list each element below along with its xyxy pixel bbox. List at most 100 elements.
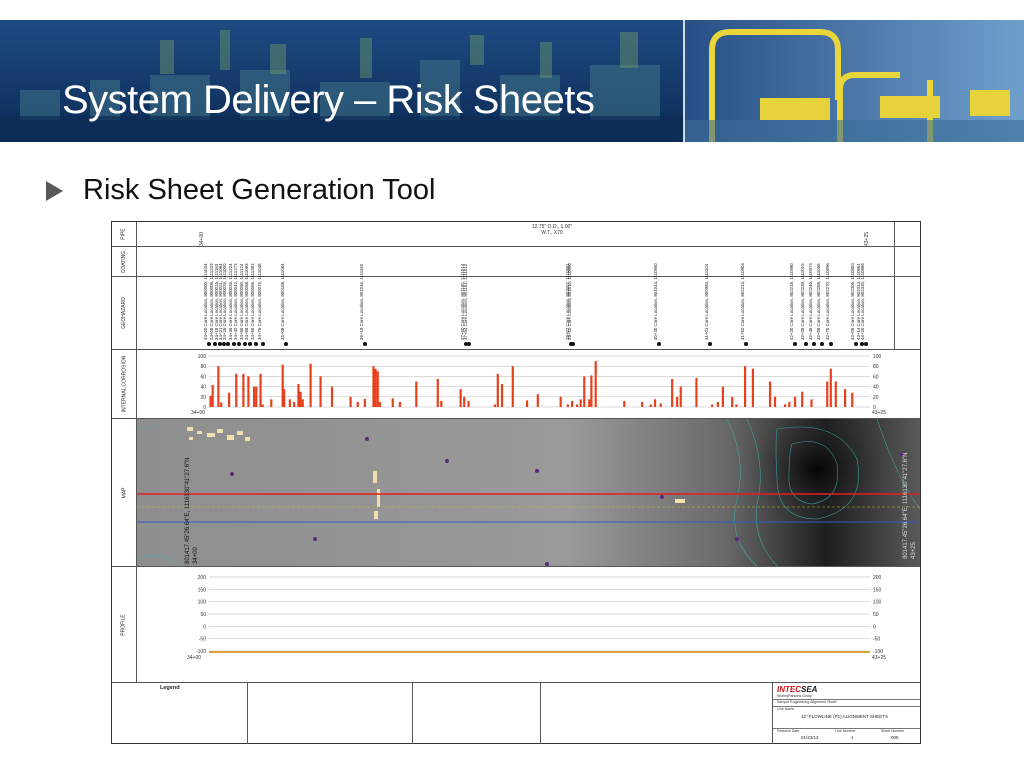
corrosion-bar	[235, 373, 238, 407]
corrosion-bar	[793, 396, 797, 407]
geohazard-label-text: 42+20 Core Location, 802218, 1110980	[788, 263, 794, 340]
geohazard-labels: 34+00 Core Location, 800000, 1111034 34+0…	[137, 263, 892, 350]
y-tick-label-right: 20	[873, 395, 879, 401]
corrosion-bar	[829, 368, 832, 407]
geohazard-label: 37+64 Core Location, 801164, 1111012	[463, 264, 474, 340]
geohazard-marker	[207, 342, 211, 346]
corrosion-bar	[711, 404, 714, 407]
corrosion-bar	[751, 368, 755, 407]
y-tick-label-left: 200	[198, 575, 207, 581]
corrosion-bar	[463, 396, 466, 407]
geohazard-label-text: 34+76 Core Location, 800076, 1111048	[257, 263, 263, 340]
geohazard-marker	[225, 342, 230, 346]
corrosion-bar	[440, 400, 443, 407]
geohazard-label-text: 34+00 Core Location, 800000, 1111034	[203, 263, 208, 340]
corrosion-bar	[301, 399, 304, 407]
y-tick-label-right: 40	[873, 385, 879, 391]
corrosion-bar	[566, 404, 569, 407]
corrosion-bar	[217, 366, 220, 407]
corrosion-bar	[378, 401, 381, 407]
y-tick-label-right: 100	[873, 354, 882, 360]
map-row: MAP 801417.45"26.64"E, 1116130"41"27.6"N…	[112, 419, 920, 567]
pipe-description: 12.75" O.D., 1.00" W.T., X70	[531, 224, 573, 236]
corrosion-bar	[834, 381, 837, 407]
corrosion-bar	[653, 399, 657, 407]
geohazard-marker	[828, 342, 833, 346]
internal-corrosion-chart: 100 10080 8060 6040 4020 200 034+00 43+25	[191, 354, 886, 416]
map-kp-left: 34+00	[193, 546, 199, 564]
y-tick-label-left: 80	[200, 364, 206, 370]
corrosion-bar	[590, 375, 593, 407]
bathymetry-map: 801417.45"26.64"E, 1116130"41"27.6"N 34+…	[137, 419, 920, 566]
corrosion-bar	[594, 361, 597, 407]
revision-date-label: Revision Date	[777, 729, 800, 733]
corrosion-bar	[511, 366, 514, 407]
bathymetry-map-graphic: 801417.45"26.64"E, 1116130"41"27.6"N 34+…	[137, 419, 920, 566]
geohazard-label: 36+19 Core Location, 801046, 1111162	[359, 264, 370, 340]
geohazard-label-text: 41+52 Core Location, 802213, 1110904	[740, 263, 746, 340]
y-tick-label-right: 200	[873, 575, 882, 581]
geohazard-marker	[248, 342, 253, 346]
corrosion-bar	[500, 384, 504, 407]
corrosion-bar	[559, 396, 562, 407]
corrosion-bar	[349, 396, 352, 407]
corrosion-bar	[436, 378, 439, 407]
corrosion-bar	[493, 404, 497, 407]
map-kp-right: 43+25	[911, 541, 917, 559]
geohazard-marker	[792, 342, 797, 346]
geohazard-label: 40+30 Core Location, 801044, 1110960	[653, 263, 664, 340]
geohazard-label-text: 42+58 Core Location, 802258, 1111066	[816, 263, 822, 340]
intecsea-logo: INTECSEA	[777, 685, 818, 694]
profile-kp-end: 43+25	[872, 655, 886, 661]
geohazard-label-text: 41+01 Core Location, 800983, 1111104	[703, 263, 709, 340]
corrosion-bar	[695, 377, 698, 407]
corrosion-bar	[731, 396, 734, 407]
corrosion-kp-end: 43+25	[872, 410, 886, 416]
corrosion-bar	[768, 381, 772, 407]
corrosion-bar	[579, 399, 582, 407]
sheet-number-label: Sheet Number	[881, 729, 905, 733]
corrosion-bar	[319, 376, 322, 407]
corrosion-bar	[735, 404, 738, 407]
corrosion-bar	[228, 392, 231, 407]
y-tick-label-right: 100	[873, 600, 882, 606]
line-number-label: Line Number	[835, 729, 856, 733]
y-tick-label-right: 80	[873, 364, 879, 370]
corrosion-bar	[255, 386, 258, 407]
corrosion-bar	[459, 389, 462, 407]
y-tick-label-right: 60	[873, 374, 879, 380]
geohazard-label-text: 43+06 Core Location, 802306, 1110853	[850, 263, 856, 340]
geohazard-marker	[212, 342, 217, 346]
geohazard-label-text: 35+08 Core Location, 800108, 1111084	[280, 263, 286, 340]
geohazard-marker	[284, 342, 289, 346]
corrosion-bar	[843, 389, 847, 407]
y-tick-label-left: 100	[198, 354, 207, 360]
geohazard-marker	[811, 342, 816, 346]
geohazard-marker	[854, 342, 859, 346]
geohazard-label-text: 36+19 Core Location, 801046, 1111162	[359, 263, 365, 340]
y-tick-label-left: 20	[200, 395, 206, 401]
corrosion-bar	[716, 401, 719, 407]
y-tick-label-right: -50	[873, 637, 880, 643]
corrosion-bar	[571, 400, 574, 407]
corrosion-bar	[721, 386, 724, 407]
corrosion-bar	[330, 386, 334, 407]
geohazard-label-text: 37+64 Core Location, 801164, 1111012	[463, 263, 469, 340]
y-tick-label-left: 60	[200, 374, 206, 380]
corrosion-bar	[851, 392, 854, 407]
geohazard-marker	[707, 342, 712, 346]
corrosion-bar	[253, 386, 256, 407]
y-tick-label-left: 150	[198, 587, 207, 593]
corrosion-bar	[415, 381, 418, 407]
corrosion-bar	[783, 404, 787, 407]
corrosion-bar	[671, 378, 674, 407]
corrosion-bar	[467, 400, 470, 407]
corrosion-bar	[261, 404, 264, 407]
geohazard-label: 35+08 Core Location, 800108, 1111084	[280, 263, 291, 340]
corrosion-bar	[374, 368, 377, 407]
corrosion-bar	[826, 381, 829, 407]
corrosion-bar	[801, 391, 804, 407]
geohazard-label-text: 42+35 Core Location, 802235, 1111019	[799, 263, 805, 340]
corrosion-bar	[376, 371, 379, 407]
geohazard-marker	[657, 342, 662, 346]
